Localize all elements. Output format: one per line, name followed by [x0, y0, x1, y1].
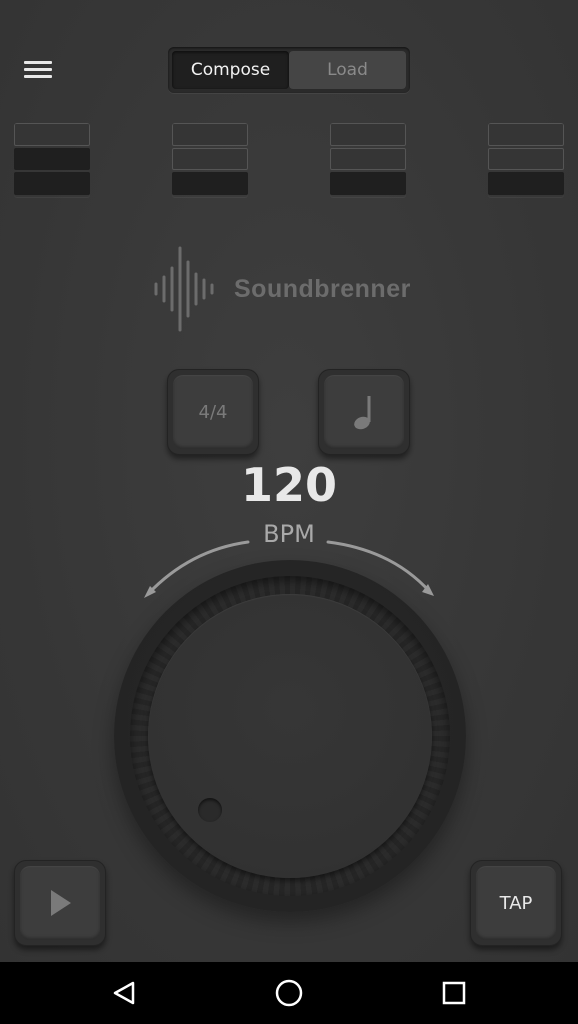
beat-level: [488, 172, 564, 196]
time-signature-button[interactable]: 4/4: [167, 369, 259, 455]
recents-button[interactable]: [414, 962, 494, 1024]
beat-1[interactable]: [14, 123, 90, 197]
dial-indicator: [198, 798, 222, 822]
beat-level: [14, 123, 90, 146]
home-icon: [275, 979, 303, 1007]
load-tab[interactable]: Load: [289, 51, 406, 89]
beat-accent-row: [0, 123, 578, 199]
quarter-note-icon: [354, 396, 371, 430]
metronome-app: Compose Load Soundbrenner 4/4 120 BPM TA…: [0, 0, 578, 962]
compose-load-toggle[interactable]: Compose Load: [168, 47, 410, 93]
beat-level: [330, 147, 406, 171]
beat-2[interactable]: [172, 123, 248, 197]
back-button[interactable]: [84, 962, 164, 1024]
recents-icon: [442, 981, 466, 1005]
compose-tab[interactable]: Compose: [172, 51, 289, 89]
time-signature-label: 4/4: [198, 401, 228, 423]
bpm-value: 120: [240, 458, 338, 512]
system-nav-bar: [0, 962, 578, 1024]
beat-level: [172, 123, 248, 146]
beat-level: [14, 147, 90, 171]
beat-level: [14, 172, 90, 196]
play-icon: [51, 890, 71, 916]
beat-level: [330, 123, 406, 146]
subdivision-button[interactable]: [318, 369, 410, 455]
back-icon: [113, 981, 135, 1005]
beat-level: [172, 172, 248, 196]
waveform-icon: [154, 246, 214, 332]
tap-label: TAP: [499, 892, 533, 914]
play-button[interactable]: [14, 860, 106, 946]
dial-knob[interactable]: [148, 594, 432, 878]
beat-4[interactable]: [488, 123, 564, 197]
beat-level: [172, 147, 248, 171]
soundbrenner-logo: Soundbrenner: [150, 244, 440, 334]
tempo-dial[interactable]: [114, 560, 466, 912]
home-button[interactable]: [249, 962, 329, 1024]
beat-level: [488, 123, 564, 146]
beat-level: [488, 147, 564, 171]
beat-3[interactable]: [330, 123, 406, 197]
beat-level: [330, 172, 406, 196]
logo-wordmark: Soundbrenner: [234, 274, 411, 303]
hamburger-icon[interactable]: [22, 58, 54, 84]
tap-button[interactable]: TAP: [470, 860, 562, 946]
